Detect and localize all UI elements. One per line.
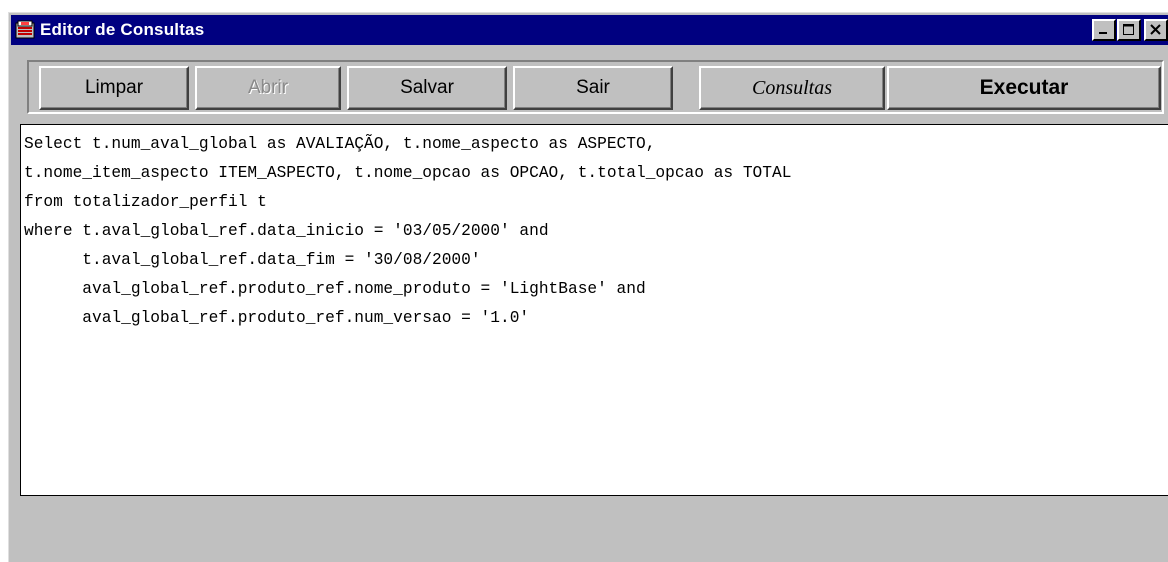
minimize-button[interactable]	[1092, 19, 1116, 41]
maximize-icon	[1123, 24, 1134, 35]
salvar-button[interactable]: Salvar	[347, 66, 507, 110]
query-line: t.nome_item_aspecto ITEM_ASPECTO, t.nome…	[24, 164, 792, 182]
query-editor[interactable]: Select t.num_aval_global as AVALIAÇÃO, t…	[20, 124, 1168, 496]
toolbar: Limpar Abrir Salvar Sair Consultas Execu…	[27, 60, 1164, 114]
maximize-button[interactable]	[1117, 19, 1141, 41]
limpar-button[interactable]: Limpar	[39, 66, 189, 110]
query-line: aval_global_ref.produto_ref.num_versao =…	[24, 309, 530, 327]
query-line: where t.aval_global_ref.data_inicio = '0…	[24, 222, 549, 240]
title-bar[interactable]: Editor de Consultas	[11, 15, 1168, 45]
executar-button[interactable]: Executar	[887, 66, 1161, 110]
window-controls	[1091, 19, 1168, 41]
query-line: t.aval_global_ref.data_fim = '30/08/2000…	[24, 251, 481, 269]
minimize-icon	[1099, 32, 1107, 34]
editor-window: Editor de Consultas Limpar Abrir Salvar …	[8, 12, 1168, 562]
query-line: aval_global_ref.produto_ref.nome_produto…	[24, 280, 646, 298]
close-icon	[1150, 24, 1161, 35]
app-icon[interactable]	[14, 19, 36, 41]
sair-button[interactable]: Sair	[513, 66, 673, 110]
window-title: Editor de Consultas	[40, 20, 205, 39]
abrir-button[interactable]: Abrir	[195, 66, 341, 110]
query-line: from totalizador_perfil t	[24, 193, 267, 211]
consultas-button[interactable]: Consultas	[699, 66, 885, 110]
query-line: Select t.num_aval_global as AVALIAÇÃO, t…	[24, 135, 656, 153]
close-button[interactable]	[1144, 19, 1168, 41]
